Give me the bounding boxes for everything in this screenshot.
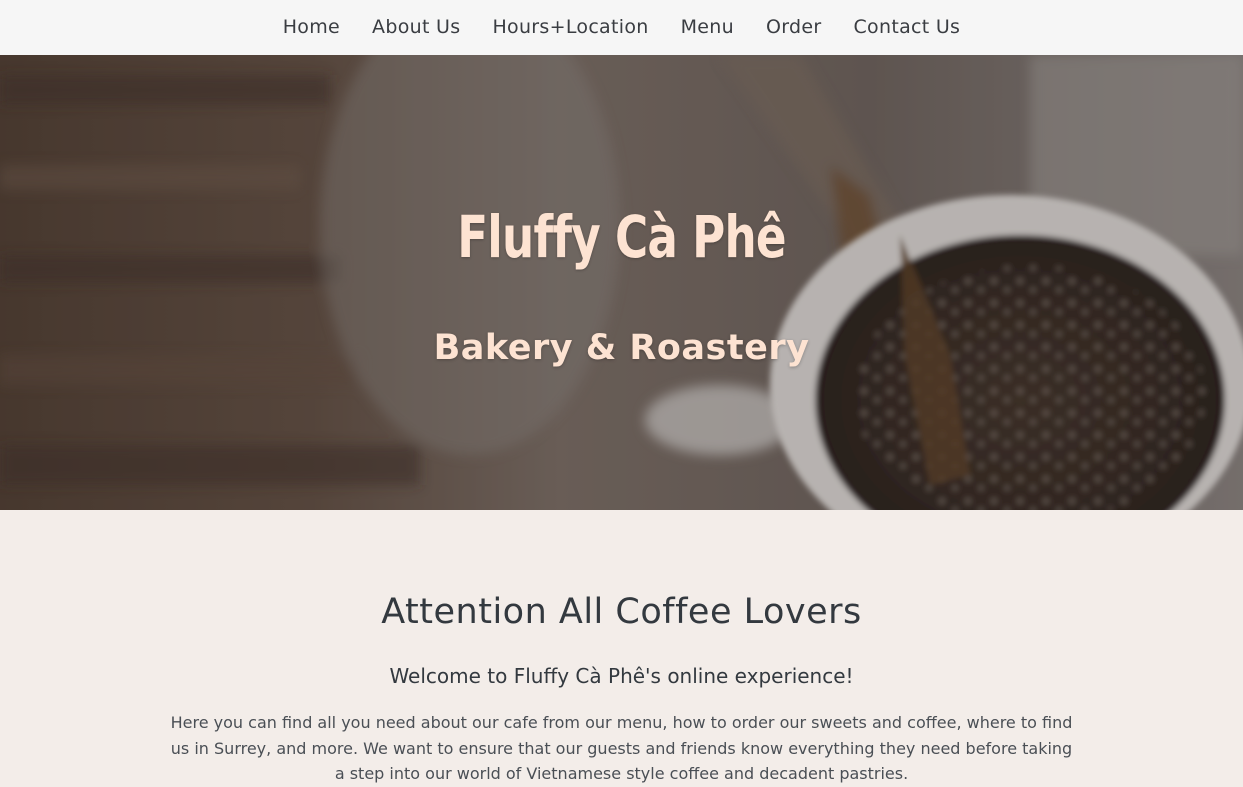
nav-menu: Home About Us Hours+Location Menu Order … [267, 0, 977, 55]
intro-body: Here you can find all you need about our… [170, 713, 1073, 783]
intro-section: Attention All Coffee Lovers Welcome to F… [0, 510, 1243, 783]
nav-item-hours-location[interactable]: Hours+Location [476, 0, 664, 55]
hero-banner: Fluffy Cà Phê Bakery & Roastery [0, 55, 1243, 510]
nav-item-order[interactable]: Order [750, 0, 838, 55]
hero-title: Fluffy Cà Phê [457, 203, 786, 271]
nav-item-contact-us[interactable]: Contact Us [837, 0, 976, 55]
top-navigation: Home About Us Hours+Location Menu Order … [0, 0, 1243, 56]
intro-heading: Attention All Coffee Lovers [381, 592, 862, 632]
nav-item-menu[interactable]: Menu [665, 0, 750, 55]
nav-item-home[interactable]: Home [267, 0, 356, 55]
intro-welcome: Welcome to Fluffy Cà Phê's online experi… [389, 664, 854, 688]
hero-subtitle: Bakery & Roastery [433, 328, 810, 368]
hero-background-image [0, 55, 1243, 510]
nav-item-about-us[interactable]: About Us [356, 0, 476, 55]
